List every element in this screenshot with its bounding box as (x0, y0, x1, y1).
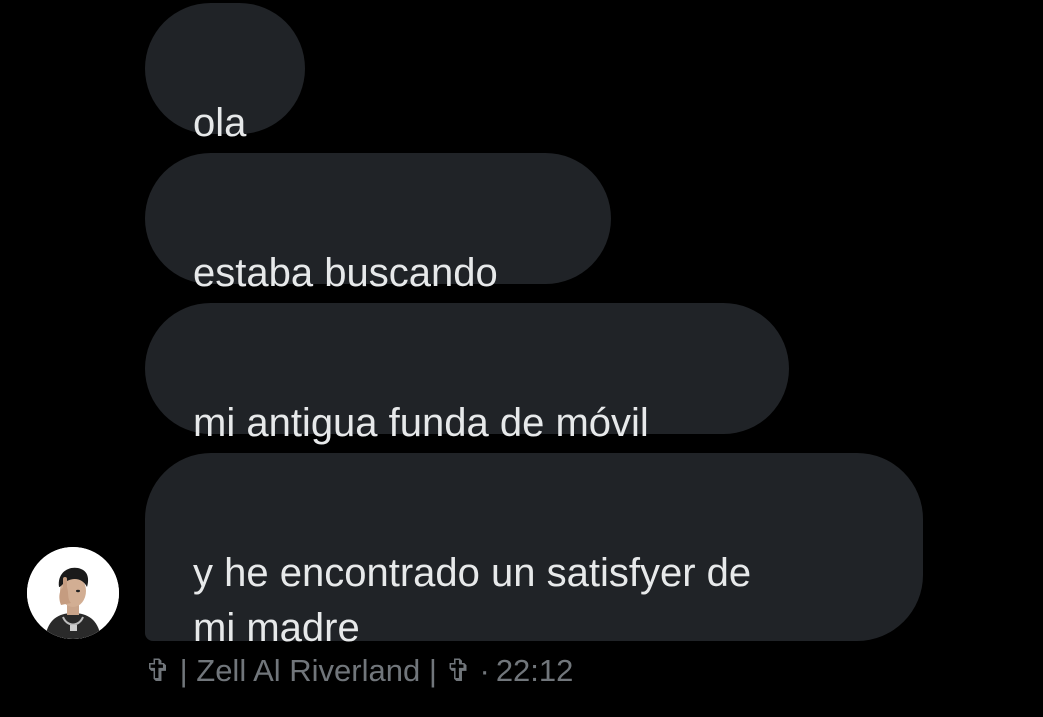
timestamp: 22:12 (495, 653, 574, 688)
message-text: estaba buscando (193, 251, 498, 295)
sender-avatar[interactable] (27, 547, 119, 639)
message-text: ola (193, 101, 247, 145)
message-text: mi antigua funda de móvil (193, 401, 649, 445)
meta-separator: · (479, 653, 490, 688)
dm-conversation: ola estaba buscando mi antigua funda de … (0, 0, 1043, 717)
message-text: y he encontrado un satisfyer de mi madre (193, 551, 752, 650)
sender-name[interactable]: ✞ | Zell Al Riverland | ✞ (145, 653, 471, 688)
message-bubble[interactable]: mi antigua funda de móvil (145, 303, 789, 445)
message-meta: ✞ | Zell Al Riverland | ✞ · 22:12 (145, 650, 573, 692)
avatar-photo-icon (27, 547, 119, 639)
message-bubble[interactable]: y he encontrado un satisfyer de mi madre (145, 453, 923, 650)
message-bubble[interactable]: ola (145, 3, 305, 145)
message-bubble[interactable]: estaba buscando (145, 153, 611, 295)
